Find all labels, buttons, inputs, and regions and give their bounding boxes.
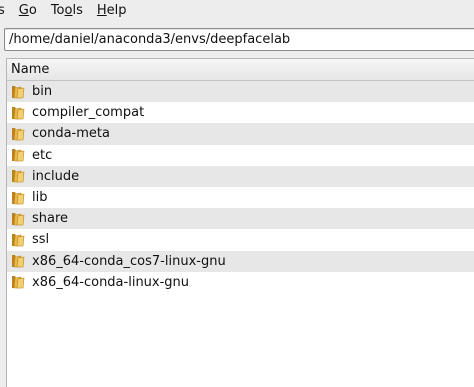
folder-icon bbox=[9, 232, 27, 248]
list-item[interactable]: ssl bbox=[7, 229, 474, 250]
file-list-rows: bin compiler_compat conda-meta etc include li… bbox=[7, 81, 474, 293]
folder-icon bbox=[9, 147, 27, 163]
file-manager-window: s Go Tools Help /home/daniel/anaconda3/e… bbox=[0, 0, 474, 387]
list-item-label: share bbox=[32, 211, 69, 227]
list-item-label: conda-meta bbox=[32, 126, 110, 142]
folder-icon bbox=[9, 253, 27, 269]
list-item[interactable]: share bbox=[7, 208, 474, 230]
column-header-name[interactable]: Name bbox=[7, 59, 474, 81]
folder-icon bbox=[9, 168, 27, 184]
folder-icon bbox=[9, 274, 27, 290]
list-item-label: lib bbox=[32, 190, 48, 206]
folder-icon bbox=[9, 126, 27, 142]
list-item-label: etc bbox=[32, 147, 53, 163]
folder-icon bbox=[9, 190, 27, 206]
list-item[interactable]: include bbox=[7, 165, 474, 187]
list-item[interactable]: compiler_compat bbox=[7, 102, 474, 123]
folder-icon bbox=[9, 105, 27, 121]
folder-icon bbox=[9, 211, 27, 227]
list-item[interactable]: x86_64-conda-linux-gnu bbox=[7, 272, 474, 293]
list-item-label: x86_64-conda_cos7-linux-gnu bbox=[32, 253, 226, 269]
menu-bar: s Go Tools Help bbox=[0, 0, 474, 22]
list-item[interactable]: lib bbox=[7, 187, 474, 208]
list-item-label: x86_64-conda-linux-gnu bbox=[32, 274, 190, 290]
folder-icon bbox=[9, 84, 27, 100]
list-item[interactable]: bin bbox=[7, 81, 474, 103]
list-item[interactable]: x86_64-conda_cos7-linux-gnu bbox=[7, 250, 474, 272]
location-bar: /home/daniel/anaconda3/envs/deepfacelab bbox=[0, 23, 474, 56]
list-item-label: ssl bbox=[32, 232, 50, 248]
menu-go[interactable]: Go bbox=[12, 0, 44, 22]
menu-tools-partial[interactable]: s bbox=[0, 0, 12, 22]
menu-help[interactable]: Help bbox=[90, 0, 134, 22]
location-path-input[interactable]: /home/daniel/anaconda3/envs/deepfacelab bbox=[4, 28, 474, 51]
list-item-label: compiler_compat bbox=[32, 105, 145, 121]
menu-tools[interactable]: Tools bbox=[44, 0, 90, 22]
list-item-label: include bbox=[32, 168, 80, 184]
list-item[interactable]: conda-meta bbox=[7, 123, 474, 145]
list-item-label: bin bbox=[32, 84, 53, 100]
list-item[interactable]: etc bbox=[7, 145, 474, 166]
file-list-view: Name bin compiler_compat conda-meta etc incl… bbox=[6, 58, 474, 387]
